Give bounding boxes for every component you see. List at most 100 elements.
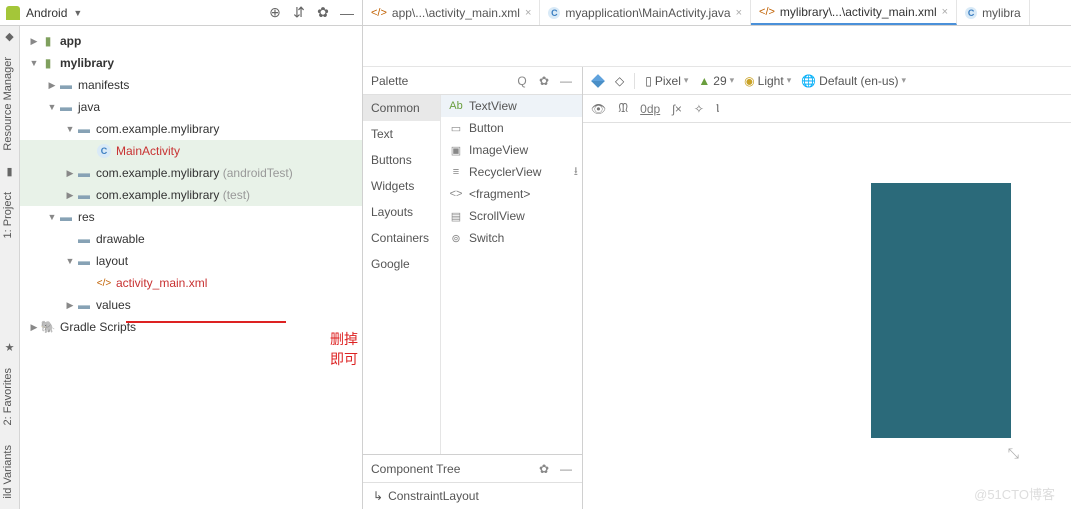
- tree-layout[interactable]: ▼▬layout: [20, 250, 362, 272]
- tree-mylibrary[interactable]: ▼▮mylibrary: [20, 52, 362, 74]
- design-canvas[interactable]: ⤡ @51CTO博客: [583, 123, 1071, 509]
- tree-label-suffix: (androidTest): [223, 166, 293, 180]
- switch-icon: ⊚: [449, 232, 463, 245]
- module-icon: ▮: [40, 34, 56, 48]
- component-label: ConstraintLayout: [388, 489, 479, 503]
- chevron-right-icon[interactable]: ▶: [64, 300, 76, 311]
- tab-app-activity-main[interactable]: </> app\...\activity_main.xml ×: [363, 0, 540, 25]
- chevron-right-icon[interactable]: ▶: [46, 80, 58, 91]
- palette-item-recyclerview[interactable]: ≡RecyclerView⭳: [441, 161, 582, 183]
- locale-picker[interactable]: 🌐 Default (en-us) ▾: [801, 74, 906, 88]
- resource-manager-icon[interactable]: ◆: [0, 26, 19, 47]
- resize-handle-icon[interactable]: ⤡: [1008, 445, 1019, 462]
- palette-cat-google[interactable]: Google: [363, 251, 440, 277]
- palette-cat-buttons[interactable]: Buttons: [363, 147, 440, 173]
- folder-icon: ▬: [58, 100, 74, 114]
- chevron-down-icon: ▼: [73, 8, 82, 18]
- palette-item-switch[interactable]: ⊚Switch: [441, 227, 582, 249]
- chevron-right-icon[interactable]: ▶: [64, 190, 76, 201]
- palette-item-scrollview[interactable]: ▤ScrollView: [441, 205, 582, 227]
- gear-icon[interactable]: ✿: [314, 4, 332, 21]
- tree-label: com.example.mylibrary: [96, 166, 219, 180]
- palette-item-button[interactable]: ▭Button: [441, 117, 582, 139]
- close-icon[interactable]: ×: [736, 7, 742, 19]
- tree-main-activity[interactable]: CMainActivity: [20, 140, 362, 162]
- tree-values[interactable]: ▶▬values: [20, 294, 362, 316]
- tree-drawable[interactable]: ▬drawable: [20, 228, 362, 250]
- rail-resource-manager[interactable]: Resource Manager: [0, 47, 19, 161]
- guidelines-icon[interactable]: Ⲓ: [716, 101, 719, 116]
- palette-item-textview[interactable]: AbTextView: [441, 95, 582, 117]
- project-view-dropdown[interactable]: Android: [26, 6, 67, 20]
- hide-icon[interactable]: —: [338, 5, 356, 21]
- chevron-down-icon[interactable]: ▼: [64, 256, 76, 266]
- chevron-down-icon[interactable]: ▼: [46, 102, 58, 112]
- component-tree-body: ↳ ConstraintLayout: [363, 483, 582, 509]
- gear-icon[interactable]: ✿: [536, 74, 552, 88]
- design-mode-icon[interactable]: [591, 74, 605, 88]
- palette-cat-containers[interactable]: Containers: [363, 225, 440, 251]
- module-icon: ▮: [40, 56, 56, 70]
- tree-label-suffix: (test): [223, 188, 250, 202]
- theme-label: Light: [758, 74, 784, 88]
- close-icon[interactable]: ×: [942, 6, 948, 18]
- close-icon[interactable]: ×: [525, 7, 531, 19]
- device-picker[interactable]: ▯ Pixel ▾: [645, 74, 688, 88]
- tree-app[interactable]: ▶▮app: [20, 30, 362, 52]
- blueprint-preview[interactable]: [871, 183, 1011, 438]
- orientation-icon[interactable]: ◇: [615, 74, 624, 88]
- chevron-right-icon[interactable]: ▶: [28, 322, 40, 333]
- palette-item-imageview[interactable]: ▣ImageView: [441, 139, 582, 161]
- search-icon[interactable]: Q: [514, 74, 530, 88]
- package-icon: ▬: [76, 188, 92, 202]
- chevron-right-icon[interactable]: ▶: [28, 36, 40, 47]
- infer-constraints-icon[interactable]: ✧: [694, 102, 704, 116]
- download-icon[interactable]: ⭳: [574, 162, 578, 183]
- component-constraintlayout[interactable]: ↳ ConstraintLayout: [373, 489, 572, 503]
- editor-tabs: </> app\...\activity_main.xml × C myappl…: [363, 0, 1071, 25]
- chevron-down-icon[interactable]: ▼: [46, 212, 58, 222]
- api-picker[interactable]: ▲ 29 ▾: [698, 74, 734, 88]
- tree-activity-main-xml[interactable]: </>activity_main.xml: [20, 272, 362, 294]
- gear-icon[interactable]: ✿: [536, 462, 552, 476]
- palette-cat-text[interactable]: Text: [363, 121, 440, 147]
- button-icon: ▭: [449, 122, 463, 135]
- tree-label: manifests: [78, 78, 129, 92]
- chevron-down-icon[interactable]: ▼: [28, 58, 40, 68]
- default-margin-picker[interactable]: 0dp: [640, 102, 660, 116]
- clear-constraints-icon[interactable]: ʃ×: [672, 102, 682, 116]
- palette-item-label: <fragment>: [469, 187, 530, 201]
- palette-cat-common[interactable]: Common: [363, 95, 440, 121]
- expand-icon[interactable]: ⇵: [290, 4, 308, 21]
- tab-myapplication-mainactivity[interactable]: C myapplication\MainActivity.java ×: [540, 0, 751, 25]
- android-icon: [6, 6, 20, 20]
- theme-picker[interactable]: ◉ Light ▾: [744, 74, 791, 88]
- project-icon[interactable]: ▮: [0, 161, 19, 182]
- tree-package-test[interactable]: ▶▬com.example.mylibrary (test): [20, 184, 362, 206]
- tree-package-androidtest[interactable]: ▶▬com.example.mylibrary (androidTest): [20, 162, 362, 184]
- tree-gradle-scripts[interactable]: ▶🐘Gradle Scripts: [20, 316, 362, 338]
- tab-mylibrary-activity-main[interactable]: </> mylibrary\...\activity_main.xml ×: [751, 0, 957, 25]
- palette-cat-widgets[interactable]: Widgets: [363, 173, 440, 199]
- tab-mylibra-truncated[interactable]: C mylibra: [957, 0, 1030, 25]
- tree-package-1[interactable]: ▼▬com.example.mylibrary: [20, 118, 362, 140]
- palette-item-fragment[interactable]: <><fragment>: [441, 183, 582, 205]
- palette-cat-layouts[interactable]: Layouts: [363, 199, 440, 225]
- rail-project[interactable]: 1: Project: [0, 182, 19, 248]
- autoconnect-icon[interactable]: ᙢ: [618, 101, 628, 116]
- layout-editor-column: Palette Q ✿ — Common Text Buttons Widget…: [363, 26, 1071, 509]
- tree-manifests[interactable]: ▶▬manifests: [20, 74, 362, 96]
- hide-icon[interactable]: —: [558, 74, 574, 88]
- design-toolbar: ◇ ▯ Pixel ▾ ▲ 29 ▾ ◉ Light ▾ 🌐 Default (…: [583, 67, 1071, 95]
- favorites-icon[interactable]: ★: [0, 337, 19, 358]
- rail-favorites[interactable]: 2: Favorites: [0, 358, 19, 435]
- hide-icon[interactable]: —: [558, 462, 574, 476]
- tree-res[interactable]: ▼▬res: [20, 206, 362, 228]
- target-icon[interactable]: ⊕: [266, 4, 284, 21]
- chevron-right-icon[interactable]: ▶: [64, 168, 76, 179]
- xml-icon: </>: [96, 278, 112, 289]
- view-options-icon[interactable]: 👁: [591, 102, 606, 116]
- rail-build-variants[interactable]: ild Variants: [0, 435, 19, 509]
- chevron-down-icon[interactable]: ▼: [64, 124, 76, 134]
- tree-java[interactable]: ▼▬java: [20, 96, 362, 118]
